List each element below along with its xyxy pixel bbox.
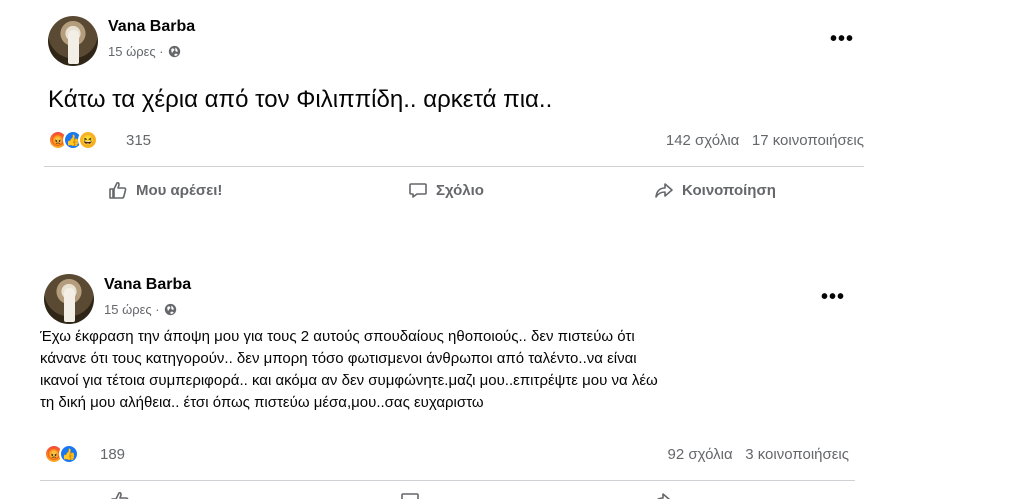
post-time[interactable]: 15 ώρες · (104, 302, 160, 317)
share-button[interactable]: Κοινοποίηση (654, 180, 776, 200)
comments-count[interactable]: 92 σχόλια (668, 446, 733, 463)
action-bar (40, 488, 855, 499)
comment-button[interactable]: Σχόλιο (408, 180, 484, 200)
reaction-icons[interactable]: 😡 👍 (44, 444, 79, 464)
post-card: Vana Barba 15 ώρες · ••• Έχω έκφραση την… (40, 272, 855, 499)
reaction-bar: 😡 👍 189 92 σχόλια 3 κοινοποιήσεις (40, 442, 855, 466)
comments-count[interactable]: 142 σχόλια (666, 132, 739, 149)
divider (40, 480, 855, 481)
like-label: Μου αρέσει! (136, 181, 223, 199)
post-header: Vana Barba 15 ώρες · ••• (40, 272, 855, 328)
reaction-icons[interactable]: 😡 👍 😆 (48, 130, 98, 150)
haha-reaction-icon: 😆 (78, 130, 98, 150)
engagement-stats: 142 σχόλια 17 κοινοποιήσεις (666, 132, 864, 149)
author-name[interactable]: Vana Barba (104, 276, 191, 294)
post-card: Vana Barba 15 ώρες · ••• Κάτω τα χέρια α… (44, 14, 864, 224)
shares-count[interactable]: 17 κοινοποιήσεις (752, 132, 864, 149)
reaction-bar: 😡 👍 😆 315 142 σχόλια 17 κοινοποιήσεις (44, 128, 864, 152)
reaction-count[interactable]: 189 (100, 446, 125, 463)
share-button[interactable] (652, 490, 672, 499)
post-header: Vana Barba 15 ώρες · ••• (44, 14, 864, 70)
divider (44, 166, 864, 167)
action-bar: Μου αρέσει! Σχόλιο Κοινοποίηση (44, 174, 864, 214)
share-arrow-icon (657, 493, 671, 499)
thumbs-up-icon (111, 491, 129, 499)
post-meta: 15 ώρες · (104, 302, 177, 317)
more-options-icon[interactable]: ••• (821, 287, 845, 307)
share-label: Κοινοποίηση (682, 181, 776, 199)
globe-icon (168, 45, 180, 58)
thumbs-up-icon (109, 181, 127, 199)
avatar[interactable] (44, 274, 94, 324)
comment-button[interactable] (400, 490, 420, 499)
reaction-count[interactable]: 315 (126, 132, 151, 149)
post-time[interactable]: 15 ώρες · (108, 44, 164, 59)
share-arrow-icon (655, 183, 673, 198)
author-name[interactable]: Vana Barba (108, 18, 195, 36)
post-text: Έχω έκφραση την άποψη μου για τους 2 αυτ… (40, 328, 658, 411)
like-button[interactable] (110, 490, 130, 499)
like-button[interactable]: Μου αρέσει! (108, 180, 222, 200)
shares-count[interactable]: 3 κοινοποιήσεις (745, 446, 849, 463)
more-options-icon[interactable]: ••• (830, 29, 854, 49)
post-meta: 15 ώρες · (108, 44, 181, 59)
like-reaction-icon: 👍 (59, 444, 79, 464)
comment-bubble-icon (401, 493, 419, 499)
comment-label: Σχόλιο (436, 181, 484, 199)
avatar[interactable] (48, 16, 98, 66)
post-text: Κάτω τα χέρια από τον Φιλιππίδη.. αρκετά… (48, 86, 553, 113)
comment-bubble-icon (409, 183, 427, 198)
engagement-stats: 92 σχόλια 3 κοινοποιήσεις (668, 446, 849, 463)
globe-icon (164, 303, 176, 316)
